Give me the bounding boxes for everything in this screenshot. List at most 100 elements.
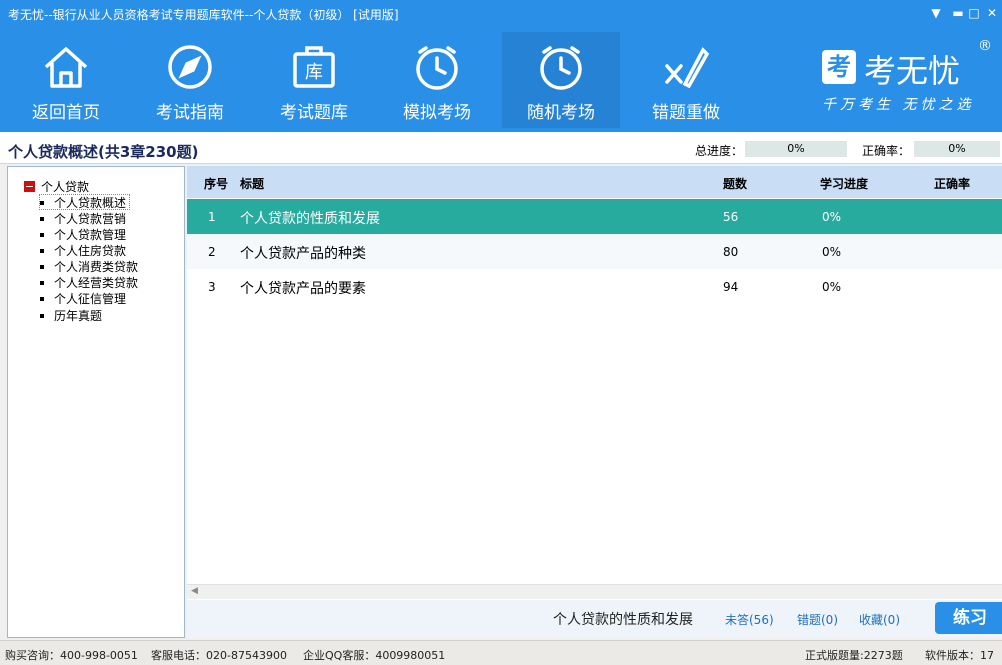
toolbar-random-exam-button[interactable]: 随机考场	[502, 32, 620, 128]
row-no: 3	[208, 280, 216, 294]
clock-icon	[540, 46, 582, 90]
col-header-accuracy[interactable]: 正确率	[934, 175, 970, 192]
toolbar-label: 模拟考场	[403, 103, 471, 123]
row-progress: 0%	[822, 245, 842, 259]
tree-item-label: 个人消费类贷款	[54, 260, 139, 274]
row-no: 2	[208, 245, 216, 259]
clock-icon	[416, 46, 458, 90]
col-header-progress[interactable]: 学习进度	[820, 175, 868, 192]
unanswered-link[interactable]: 未答(56)	[725, 611, 774, 628]
purchase-hotline: 购买咨询：400-998-0051	[5, 649, 138, 662]
bullet-icon	[40, 297, 44, 301]
section-table: 序号 标题 题数 学习进度 正确率 1 个人贷款的性质和发展 56 0% 2 个…	[187, 166, 1002, 600]
toolbar-guide-button[interactable]: 考试指南	[131, 32, 249, 128]
svg-text:库: 库	[305, 62, 323, 83]
tree-item-credit[interactable]: 个人征信管理	[40, 291, 129, 307]
brand-logo: 考 考无忧 ® 千万考生 无忧之选	[818, 38, 998, 124]
row-progress: 0%	[822, 280, 842, 294]
row-progress: 0%	[822, 210, 842, 224]
horizontal-scrollbar[interactable]: ◀	[187, 584, 1002, 599]
total-progress-value: 0%	[745, 141, 847, 157]
tree-root[interactable]: 个人贷款	[24, 178, 89, 195]
collapse-icon[interactable]	[24, 181, 35, 192]
tree-item-label: 个人贷款管理	[54, 228, 127, 242]
toolbar-label: 考试题库	[280, 103, 348, 123]
bullet-icon	[40, 249, 44, 253]
tree-item-label: 历年真题	[54, 309, 103, 323]
section-title: 个人贷款概述(共3章230题)	[8, 143, 199, 161]
row-count: 80	[723, 245, 739, 259]
qq-service-link[interactable]: 企业QQ客服：4009980051	[303, 647, 445, 663]
toolbar-question-bank-button[interactable]: 库 考试题库	[255, 32, 373, 128]
favorites-link[interactable]: 收藏(0)	[859, 611, 900, 628]
tree-root-label: 个人贷款	[41, 180, 90, 194]
total-progress-label: 总进度：	[695, 144, 744, 158]
row-count: 56	[723, 210, 739, 224]
status-bar: 购买咨询：400-998-0051 客服电话：020-87543900 企业QQ…	[0, 640, 1002, 665]
row-title: 个人贷款产品的种类	[240, 246, 366, 262]
tree-item-label: 个人贷款营销	[54, 212, 127, 226]
bullet-icon	[40, 201, 44, 205]
scroll-left-arrow-icon[interactable]: ◀	[191, 586, 198, 596]
tree-item-marketing[interactable]: 个人贷款营销	[40, 211, 129, 227]
toolbar-label: 考试指南	[156, 103, 224, 123]
bullet-icon	[40, 281, 44, 285]
practice-button[interactable]: 练习	[935, 602, 1002, 634]
title-bar: 考无忧--银行从业人员资格考试专用题库软件--个人贷款（初级） [试用版] ▼ …	[0, 0, 1002, 28]
chapter-tree: 个人贷款 个人贷款概述 个人贷款营销 个人贷款管理 个人住房贷款 个人消费类贷款…	[7, 166, 185, 638]
toolbar-mock-exam-button[interactable]: 模拟考场	[378, 32, 496, 128]
info-bar: 个人贷款概述(共3章230题) 总进度： 0% 正确率： 0%	[0, 132, 1002, 164]
toolbar-redo-wrong-button[interactable]: 错题重做	[627, 32, 745, 128]
wrong-answers-link[interactable]: 错题(0)	[797, 611, 838, 628]
bullet-icon	[40, 314, 44, 318]
official-question-count: 正式版题量:2273题	[805, 649, 903, 662]
toolbar-home-button[interactable]: 返回首页	[7, 32, 125, 128]
bullet-icon	[40, 217, 44, 221]
toolbar-label: 返回首页	[32, 103, 100, 123]
tree-item-consumer[interactable]: 个人消费类贷款	[40, 259, 141, 275]
table-row[interactable]: 3 个人贷款产品的要素 94 0%	[187, 269, 1002, 304]
col-header-title[interactable]: 标题	[240, 175, 264, 192]
registered-mark: ®	[978, 38, 992, 54]
accuracy-label: 正确率：	[862, 144, 911, 158]
logo-icon: 考	[822, 50, 856, 84]
brand-slogan: 千万考生 无忧之选	[822, 97, 975, 113]
table-row[interactable]: 2 个人贷款产品的种类 80 0%	[187, 234, 1002, 269]
row-no: 1	[208, 210, 216, 224]
compass-icon	[168, 45, 212, 89]
toolbar-label: 随机考场	[527, 103, 595, 123]
bullet-icon	[40, 233, 44, 237]
tree-item-past-exams[interactable]: 历年真题	[40, 308, 105, 324]
main-toolbar: 返回首页 考试指南 库 考试题库 模拟考场 随机考场 错题重做 考 考无忧 ®	[0, 28, 1002, 132]
dropdown-menu-button[interactable]: ▼	[928, 5, 944, 21]
tree-item-label: 个人贷款概述	[54, 196, 127, 210]
tree-item-label: 个人征信管理	[54, 292, 127, 306]
col-header-count[interactable]: 题数	[723, 175, 747, 192]
minimize-button[interactable]: ▬	[950, 5, 966, 21]
home-icon	[44, 47, 88, 88]
tree-item-housing[interactable]: 个人住房贷款	[40, 243, 129, 259]
tree-item-label: 个人经营类贷款	[54, 276, 139, 290]
redo-pen-icon	[665, 47, 710, 89]
toolbar-label: 错题重做	[652, 103, 720, 123]
current-section-title: 个人贷款的性质和发展	[553, 612, 693, 628]
row-count: 94	[723, 280, 739, 294]
tree-item-business[interactable]: 个人经营类贷款	[40, 275, 141, 291]
software-version: 软件版本：17	[925, 649, 994, 662]
col-header-no[interactable]: 序号	[204, 175, 228, 192]
row-title: 个人贷款产品的要素	[240, 281, 366, 297]
accuracy-value: 0%	[914, 141, 1000, 157]
maximize-button[interactable]: □	[966, 5, 982, 21]
close-button[interactable]: ✕	[984, 5, 1000, 21]
tree-item-overview[interactable]: 个人贷款概述	[39, 194, 131, 210]
brand-name: 考无忧	[864, 52, 961, 90]
tree-item-label: 个人住房贷款	[54, 244, 127, 258]
bullet-icon	[40, 265, 44, 269]
table-header: 序号 标题 题数 学习进度 正确率	[187, 166, 1002, 198]
service-phone: 客服电话：020-87543900	[151, 649, 287, 662]
row-title: 个人贷款的性质和发展	[240, 211, 380, 227]
tree-item-management[interactable]: 个人贷款管理	[40, 227, 129, 243]
table-row[interactable]: 1 个人贷款的性质和发展 56 0%	[187, 199, 1002, 234]
action-bar: 个人贷款的性质和发展 未答(56) 错题(0) 收藏(0) 练习	[187, 600, 1002, 638]
window-title: 考无忧--银行从业人员资格考试专用题库软件--个人贷款（初级） [试用版]	[8, 8, 399, 22]
